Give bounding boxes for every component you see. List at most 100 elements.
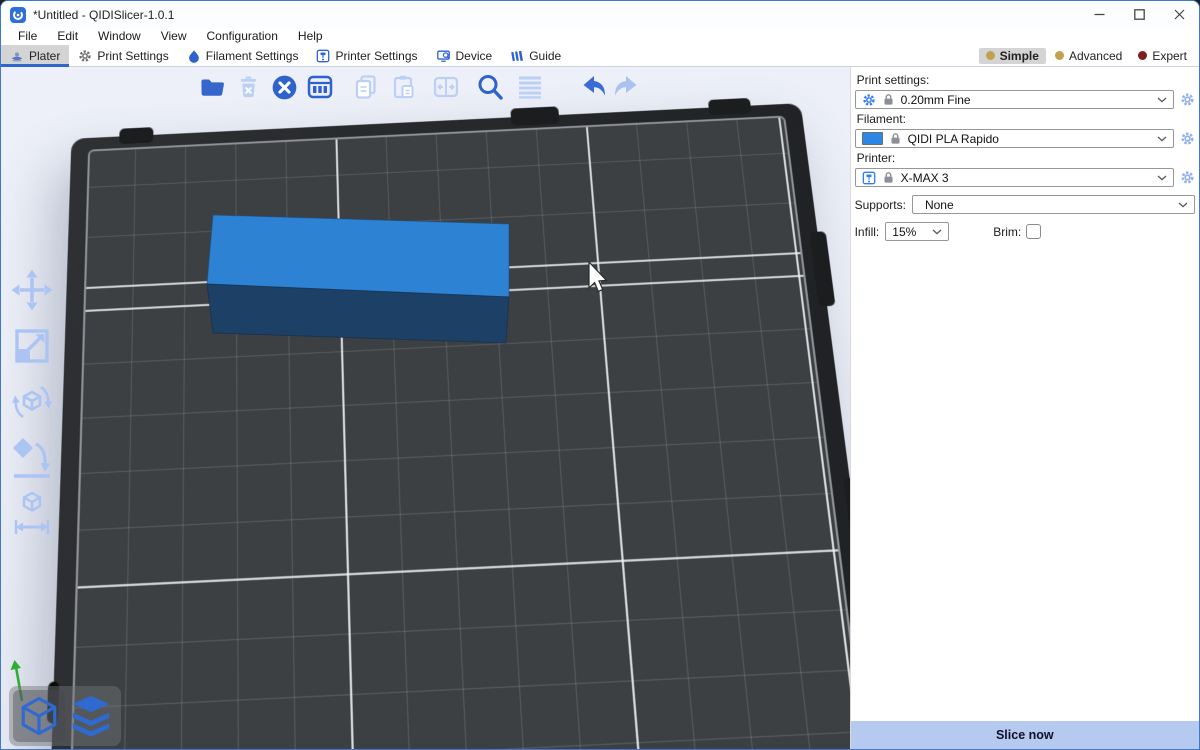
place-on-face-icon <box>8 432 56 484</box>
mode-simple[interactable]: Simple <box>979 48 1046 64</box>
expert-mode-dot-icon <box>1138 51 1147 60</box>
slice-now-button[interactable]: Slice now <box>851 721 1199 749</box>
redo-button[interactable] <box>612 71 640 103</box>
mode-advanced[interactable]: Advanced <box>1048 48 1129 64</box>
bed-clip <box>510 106 559 126</box>
simple-mode-dot-icon <box>986 51 995 60</box>
undo-button[interactable] <box>580 71 608 103</box>
lock-icon <box>883 171 894 184</box>
scale-tool-button[interactable] <box>8 321 56 370</box>
printer-select[interactable]: X-MAX 3 <box>855 168 1174 187</box>
supports-select[interactable]: None <box>912 195 1195 214</box>
menu-edit[interactable]: Edit <box>47 28 88 45</box>
chevron-down-icon <box>1178 202 1188 208</box>
lock-icon <box>883 93 894 106</box>
chevron-down-icon <box>1157 136 1167 142</box>
chevron-down-icon <box>932 229 942 235</box>
bed-notch <box>809 231 835 306</box>
gear-icon <box>1180 92 1195 107</box>
title-bar: *Untitled - QIDISlicer-1.0.1 <box>1 1 1199 28</box>
filament-label: Filament: <box>857 112 1193 126</box>
maximize-button[interactable] <box>1119 1 1159 28</box>
filament-select[interactable]: QIDI PLA Rapido <box>855 129 1174 148</box>
arrange-button[interactable] <box>306 71 334 103</box>
tab-filament-settings[interactable]: Filament Settings <box>178 45 308 66</box>
variable-layer-height-button[interactable] <box>516 71 544 103</box>
redo-arrow-icon <box>612 73 640 102</box>
undo-arrow-icon <box>580 73 608 102</box>
menu-window[interactable]: Window <box>88 28 151 45</box>
tab-device[interactable]: Device <box>427 45 502 66</box>
menu-bar: File Edit Window View Configuration Help <box>1 28 1199 45</box>
delete-button[interactable] <box>234 71 262 103</box>
mode-switcher: Simple Advanced Expert <box>979 45 1199 66</box>
measure-icon <box>8 489 56 539</box>
settings-sidebar: Print settings: 0.20mm Fine Filament: QI… <box>850 67 1199 749</box>
print-settings-gear-button[interactable] <box>1179 92 1195 107</box>
bed-clip <box>708 98 752 115</box>
menu-file[interactable]: File <box>8 28 47 45</box>
rotate-tool-button[interactable] <box>8 377 56 426</box>
app-window: *Untitled - QIDISlicer-1.0.1 File Edit W… <box>0 0 1200 750</box>
search-icon <box>476 73 504 102</box>
minimize-button[interactable] <box>1079 1 1119 28</box>
device-monitor-icon <box>436 49 451 63</box>
model-box[interactable] <box>207 215 509 343</box>
filament-gear-button[interactable] <box>1179 131 1195 146</box>
tab-print-settings[interactable]: Print Settings <box>69 45 177 66</box>
menu-help[interactable]: Help <box>288 28 333 45</box>
brim-checkbox[interactable] <box>1026 224 1041 239</box>
window-title: *Untitled - QIDISlicer-1.0.1 <box>33 8 174 22</box>
editor-view-button[interactable] <box>13 690 65 742</box>
close-button[interactable] <box>1159 1 1199 28</box>
3d-editor-cube-icon <box>18 695 60 737</box>
print-settings-select[interactable]: 0.20mm Fine <box>855 90 1174 109</box>
move-tool-button[interactable] <box>8 265 56 314</box>
menu-view[interactable]: View <box>151 28 197 45</box>
scale-icon <box>9 323 55 369</box>
guide-books-icon <box>510 49 524 63</box>
delete-all-button[interactable] <box>270 71 298 103</box>
print-bed-surface <box>51 116 849 749</box>
preview-view-button[interactable] <box>65 690 117 742</box>
place-on-face-tool-button[interactable] <box>8 433 56 482</box>
advanced-mode-dot-icon <box>1055 51 1064 60</box>
trash-icon <box>235 74 262 101</box>
open-folder-icon <box>199 74 226 101</box>
plater-icon <box>10 49 24 63</box>
tab-plater[interactable]: Plater <box>1 45 69 66</box>
chevron-down-icon <box>1157 97 1167 103</box>
split-view-button[interactable] <box>432 71 460 103</box>
open-project-button[interactable] <box>198 71 226 103</box>
menu-configuration[interactable]: Configuration <box>197 28 288 45</box>
mode-expert[interactable]: Expert <box>1131 48 1194 64</box>
infill-select[interactable]: 15% <box>885 222 949 241</box>
app-logo-icon <box>10 7 26 23</box>
gear-icon <box>1180 170 1195 185</box>
lock-icon <box>890 132 901 145</box>
gear-icon <box>862 93 876 107</box>
paste-icon <box>390 73 418 101</box>
arrange-icon <box>306 73 334 101</box>
gear-icon <box>1180 131 1195 146</box>
tab-bar: Plater Print Settings Filament Settings … <box>1 45 1199 67</box>
printer-icon <box>316 49 330 63</box>
paste-button[interactable] <box>390 71 418 103</box>
filament-color-swatch <box>862 132 883 145</box>
print-bed <box>29 103 850 749</box>
filament-icon <box>187 49 201 63</box>
gear-icon <box>78 49 92 63</box>
preview-layers-icon <box>68 693 114 739</box>
copy-button[interactable] <box>352 71 380 103</box>
infill-label: Infill: <box>855 225 880 239</box>
tab-printer-settings[interactable]: Printer Settings <box>307 45 426 66</box>
measure-tool-button[interactable] <box>8 489 56 538</box>
tab-guide[interactable]: Guide <box>501 45 570 66</box>
search-button[interactable] <box>476 71 504 103</box>
3d-viewport[interactable] <box>1 67 850 749</box>
printer-gear-button[interactable] <box>1179 170 1195 185</box>
split-panes-icon <box>432 73 460 101</box>
view-mode-toggle <box>9 686 121 746</box>
chevron-down-icon <box>1157 175 1167 181</box>
plater-toolbar <box>198 71 640 103</box>
